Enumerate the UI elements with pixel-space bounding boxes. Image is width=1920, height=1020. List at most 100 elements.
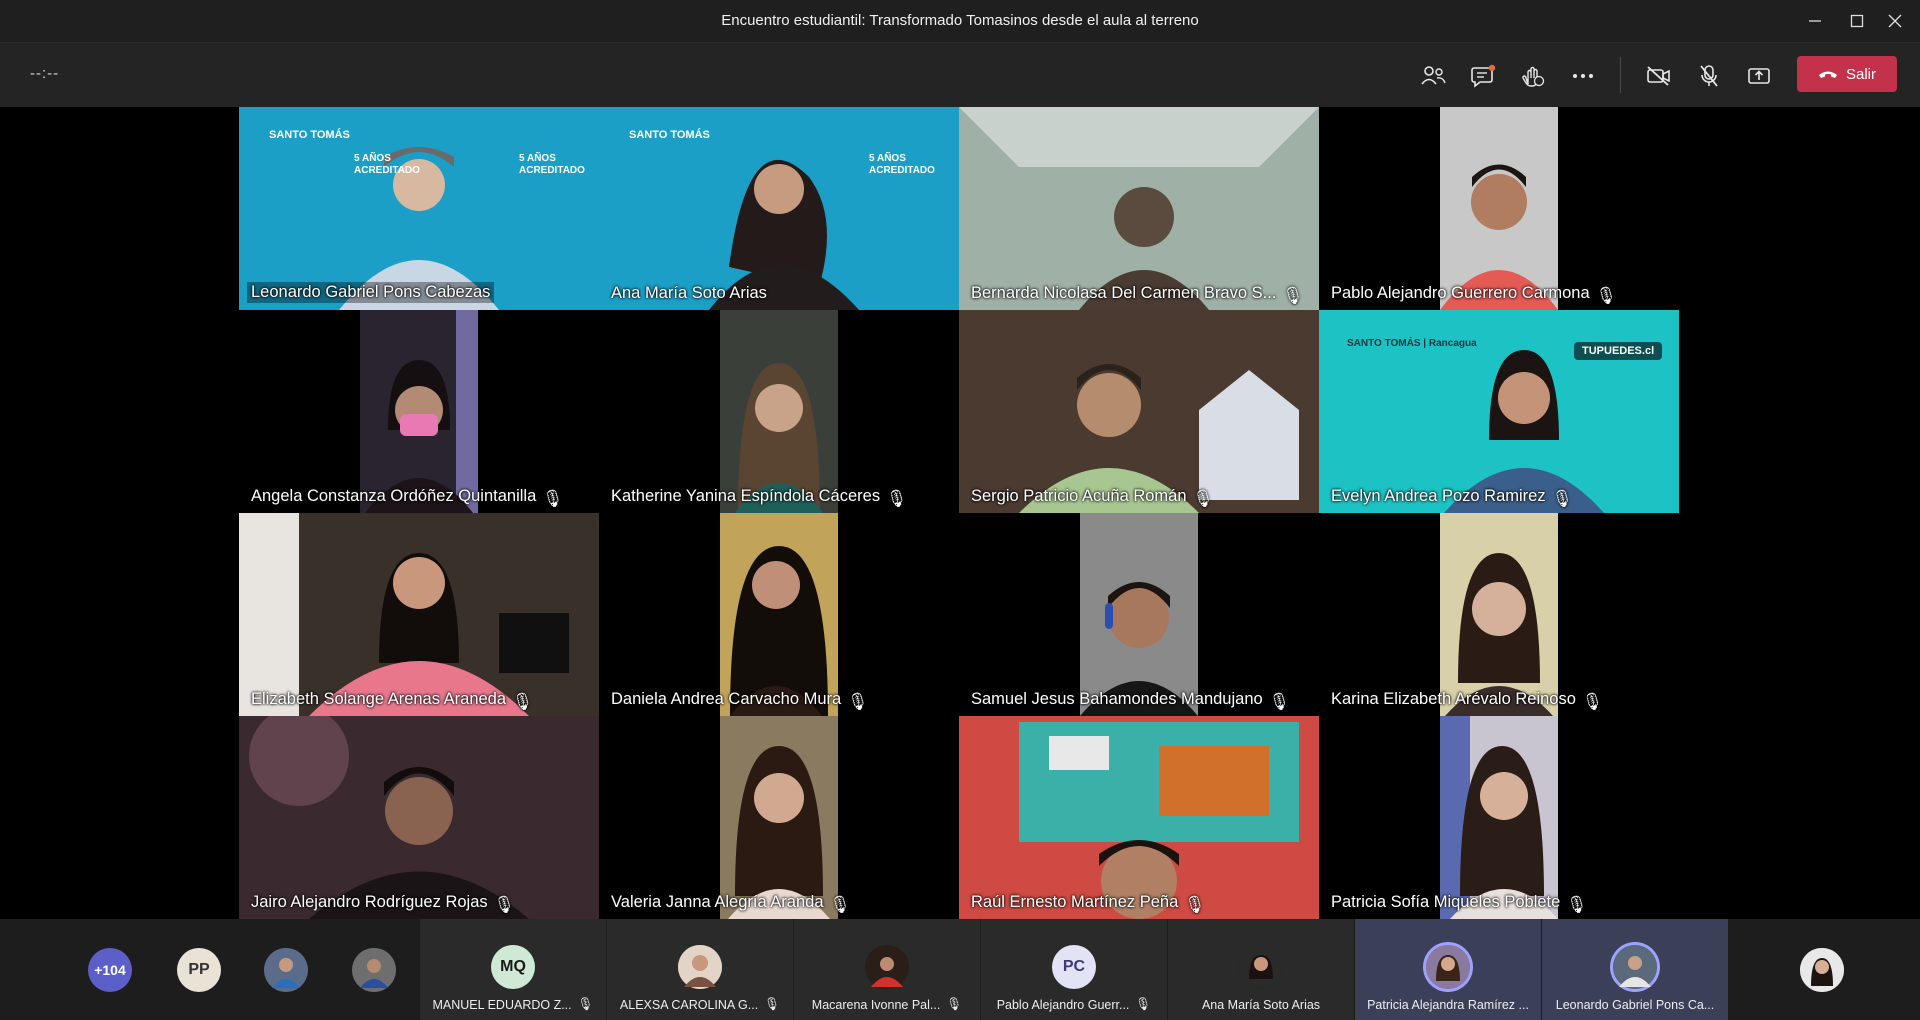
camera-feed bbox=[1440, 107, 1558, 310]
video-tile[interactable]: Karina Elizabeth Arévalo Reinoso 🎙 bbox=[1319, 513, 1679, 716]
person-photo-icon bbox=[865, 945, 909, 989]
avatar[interactable] bbox=[264, 948, 308, 992]
person-photo-icon bbox=[352, 948, 396, 992]
people-icon bbox=[1421, 66, 1446, 85]
self-avatar[interactable] bbox=[1800, 948, 1844, 992]
avatar[interactable]: PP bbox=[177, 948, 221, 992]
participants-button[interactable] bbox=[1414, 57, 1452, 95]
tile-name: Samuel Jesus Bahamondes Mandujano 🎙 bbox=[971, 690, 1290, 711]
santo-tomas-logo: SANTO TOMÁS bbox=[629, 129, 710, 141]
video-tile[interactable]: Sergio Patricio Acuña Román 🎙 bbox=[959, 310, 1319, 513]
participant-name: Pablo Alejandro Guerr... bbox=[996, 997, 1130, 1012]
mic-muted-icon: 🎙 bbox=[1581, 692, 1603, 711]
mic-muted-icon: 🎙 bbox=[1135, 997, 1152, 1011]
video-tile[interactable]: SANTO TOMÁS | Rancagua TUPUEDES.cl Evely… bbox=[1319, 310, 1679, 513]
mic-muted-icon: 🎙 bbox=[946, 997, 963, 1011]
more-participants-button[interactable]: +104 bbox=[88, 948, 132, 992]
reactions-button[interactable] bbox=[1514, 57, 1552, 95]
video-tile[interactable]: Patricia Sofía Miqueles Poblete 🎙 bbox=[1319, 716, 1679, 919]
mic-muted-icon: 🎙 bbox=[1566, 895, 1588, 914]
roster-tile[interactable]: ALEXSA CAROLINA G... 🎙 bbox=[607, 919, 793, 1020]
roster-name: Ana María Soto Arias bbox=[1180, 998, 1342, 1012]
accreditation-badge: 5 AÑOS ACREDITADO bbox=[519, 153, 585, 177]
tupuedes-badge: TUPUEDES.cl bbox=[1574, 342, 1663, 360]
roster-tile[interactable]: MQ MANUEL EDUARDO Z... 🎙 bbox=[420, 919, 606, 1020]
camera-toggle-button[interactable] bbox=[1640, 57, 1678, 95]
roster-tile[interactable]: Ana María Soto Arias bbox=[1168, 919, 1354, 1020]
participant-name: Patricia Sofía Miqueles Poblete bbox=[1331, 893, 1561, 911]
video-tile[interactable]: Raúl Ernesto Martínez Peña 🎙 bbox=[959, 716, 1319, 919]
video-tile[interactable]: Samuel Jesus Bahamondes Mandujano 🎙 bbox=[959, 513, 1319, 716]
video-tile[interactable]: Valeria Janna Alegría Aranda 🎙 bbox=[599, 716, 959, 919]
more-options-button[interactable] bbox=[1564, 57, 1602, 95]
camera-feed bbox=[720, 310, 838, 513]
roster-tile-speaking[interactable]: Leonardo Gabriel Pons Ca... bbox=[1542, 919, 1728, 1020]
tile-name: Patricia Sofía Miqueles Poblete 🎙 bbox=[1331, 893, 1588, 914]
mic-muted-icon: 🎙 bbox=[493, 895, 515, 914]
close-button[interactable] bbox=[1874, 0, 1916, 42]
santo-tomas-logo: SANTO TOMÁS | Rancagua bbox=[1347, 338, 1477, 349]
mic-muted-icon: 🎙 bbox=[764, 997, 781, 1011]
participant-name: Samuel Jesus Bahamondes Mandujano bbox=[971, 690, 1263, 708]
accreditation-badge: 5 AÑOS ACREDITADO bbox=[354, 153, 420, 177]
mic-muted-icon: 🎙 bbox=[542, 489, 564, 508]
santo-tomas-logo: SANTO TOMÁS bbox=[269, 129, 350, 141]
tile-name: Karina Elizabeth Arévalo Reinoso 🎙 bbox=[1331, 690, 1603, 711]
person-photo-icon bbox=[1613, 945, 1657, 989]
participant-name: ALEXSA CAROLINA G... bbox=[619, 997, 759, 1012]
participant-name: Evelyn Andrea Pozo Ramirez bbox=[1331, 487, 1546, 505]
close-icon bbox=[1888, 14, 1902, 28]
video-tile[interactable]: SANTO TOMÁS 5 AÑOS ACREDITADO Ana María S… bbox=[599, 107, 959, 310]
video-tile[interactable]: Pablo Alejandro Guerrero Carmona 🎙 bbox=[1319, 107, 1679, 310]
person-photo-icon bbox=[264, 948, 308, 992]
leave-button[interactable]: Salir bbox=[1797, 56, 1897, 92]
mic-muted-icon: 🎙 bbox=[1192, 489, 1214, 508]
roster-tile-speaking[interactable]: Patricia Alejandra Ramírez ... bbox=[1355, 919, 1541, 1020]
camera-feed bbox=[239, 716, 599, 919]
mic-toggle-button[interactable] bbox=[1690, 57, 1728, 95]
chat-button[interactable] bbox=[1464, 57, 1502, 95]
camera-feed bbox=[1440, 716, 1558, 919]
mic-muted-icon: 🎙 bbox=[1551, 489, 1573, 508]
video-tile[interactable]: SANTO TOMÁS 5 AÑOS ACREDITADO 5 AÑOS ACRED… bbox=[239, 107, 599, 310]
video-tile[interactable]: Elizabeth Solange Arenas Araneda 🎙 bbox=[239, 513, 599, 716]
person-photo-icon bbox=[1239, 945, 1283, 989]
participant-name: Jairo Alejandro Rodríguez Rojas bbox=[251, 893, 488, 911]
mic-muted-icon: 🎙 bbox=[577, 997, 594, 1011]
participant-video-grid: SANTO TOMÁS 5 AÑOS ACREDITADO 5 AÑOS ACRED… bbox=[239, 107, 1681, 919]
video-tile[interactable]: Daniela Andrea Carvacho Mura 🎙 bbox=[599, 513, 959, 716]
maximize-button[interactable] bbox=[1836, 0, 1878, 42]
camera-feed bbox=[1080, 513, 1198, 716]
participant-name: Leonardo Gabriel Pons Ca... bbox=[1555, 998, 1715, 1012]
video-tile[interactable]: Katherine Yanina Espíndola Cáceres 🎙 bbox=[599, 310, 959, 513]
roster-tile[interactable]: Macarena Ivonne Pal... 🎙 bbox=[794, 919, 980, 1020]
camera-feed bbox=[959, 310, 1319, 513]
tile-name: Katherine Yanina Espíndola Cáceres 🎙 bbox=[611, 487, 908, 508]
logo-text: SANTO TOMÁS bbox=[1347, 338, 1421, 349]
meeting-timer: --:-- bbox=[30, 65, 60, 82]
tile-name: Jairo Alejandro Rodríguez Rojas 🎙 bbox=[251, 893, 515, 914]
video-tile[interactable]: Bernarda Nicolasa Del Carmen Bravo S... 🎙 bbox=[959, 107, 1319, 310]
accredited-text: ACREDITADO bbox=[519, 165, 585, 176]
tile-name: Sergio Patricio Acuña Román 🎙 bbox=[971, 487, 1214, 508]
raise-hand-icon bbox=[1522, 66, 1545, 87]
roster-name: MANUEL EDUARDO Z... 🎙 bbox=[432, 997, 594, 1012]
share-tray-icon bbox=[1748, 68, 1770, 84]
avatar bbox=[1239, 945, 1283, 989]
share-screen-button[interactable] bbox=[1740, 57, 1778, 95]
roster-name: Pablo Alejandro Guerr... 🎙 bbox=[993, 997, 1155, 1012]
avatar[interactable] bbox=[352, 948, 396, 992]
mic-muted-icon: 🎙 bbox=[886, 489, 908, 508]
minimize-button[interactable] bbox=[1794, 0, 1836, 42]
tile-name: Daniela Andrea Carvacho Mura 🎙 bbox=[611, 690, 868, 711]
video-tile[interactable]: Jairo Alejandro Rodríguez Rojas 🎙 bbox=[239, 716, 599, 919]
roster-tile[interactable]: PC Pablo Alejandro Guerr... 🎙 bbox=[981, 919, 1167, 1020]
chat-icon bbox=[1471, 64, 1496, 88]
mic-off-icon bbox=[1700, 65, 1718, 87]
roster-name: Leonardo Gabriel Pons Ca... bbox=[1554, 998, 1716, 1012]
avatar bbox=[865, 945, 909, 989]
mic-muted-icon: 🎙 bbox=[1184, 895, 1206, 914]
campus-text: Rancagua bbox=[1428, 338, 1477, 349]
video-tile[interactable]: Angela Constanza Ordóñez Quintanilla 🎙 bbox=[239, 310, 599, 513]
participant-name: Sergio Patricio Acuña Román bbox=[971, 487, 1187, 505]
